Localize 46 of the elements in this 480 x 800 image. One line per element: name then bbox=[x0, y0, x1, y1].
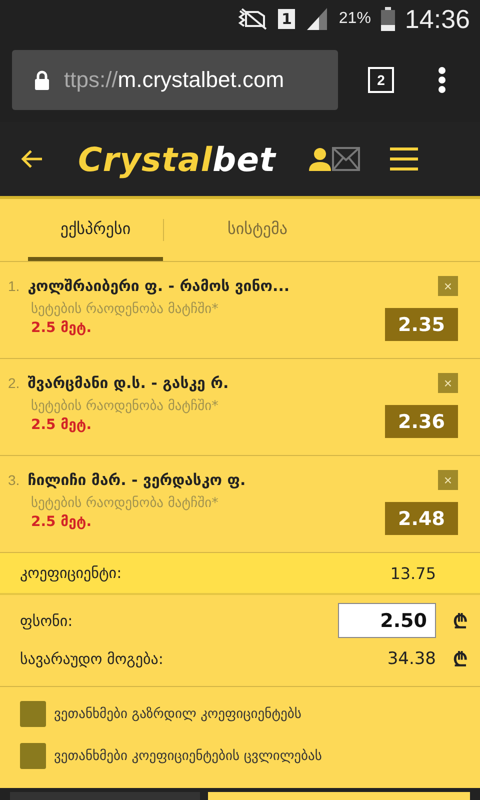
bet-number: 3. bbox=[8, 472, 20, 488]
bet-pick: 2.5 მეტ. bbox=[31, 417, 93, 433]
total-odds-value: 13.75 bbox=[390, 564, 436, 582]
mute-icon bbox=[238, 8, 268, 30]
lock-icon bbox=[34, 70, 50, 90]
market-name: სეტების რაოდენობა მატჩში* bbox=[31, 301, 220, 317]
checkbox[interactable] bbox=[20, 701, 46, 727]
address-bar[interactable]: ttps://m.crystalbet.com bbox=[12, 50, 338, 110]
total-odds-label: კოეფიციენტი: bbox=[20, 564, 122, 582]
mail-icon[interactable] bbox=[332, 147, 360, 171]
menu-icon[interactable] bbox=[390, 147, 418, 171]
odds-badge: 2.35 bbox=[385, 308, 458, 341]
match-name: ჩილიჩი მარ. - ვერდასკო ფ. bbox=[28, 471, 246, 489]
match-name: კოლშრაიბერი ფ. - რამოს ვინო... bbox=[28, 277, 290, 295]
sim-indicator: 1 bbox=[278, 9, 295, 29]
checkbox-label: ვეთანხმები კოეფიციენტების ცვლილებას bbox=[54, 748, 322, 764]
tab[interactable]: ექსპრესი bbox=[28, 199, 163, 261]
checkbox-label: ვეთანხმები გაზრდილ კოეფიციენტებს bbox=[54, 706, 302, 722]
stake-field[interactable]: 2.50 bbox=[338, 603, 436, 638]
logo: Crystalbet bbox=[78, 140, 276, 178]
bet-pick: 2.5 მეტ. bbox=[31, 320, 93, 336]
url-host: m.crystalbet.com bbox=[118, 67, 284, 93]
battery-icon bbox=[380, 7, 395, 31]
overflow-menu-icon[interactable] bbox=[438, 67, 446, 93]
url-scheme: ttps:// bbox=[64, 67, 118, 93]
back-arrow-icon[interactable] bbox=[20, 149, 44, 169]
odds-badge: 2.48 bbox=[385, 502, 458, 535]
winnings-label: სავარაუდო მოგება: bbox=[20, 650, 164, 668]
odds-badge: 2.36 bbox=[385, 405, 458, 438]
user-icon[interactable] bbox=[308, 147, 332, 171]
winnings-value: 34.38 bbox=[387, 649, 436, 669]
tab[interactable]: სისტემა bbox=[190, 199, 325, 261]
currency-sign: ₾ bbox=[452, 610, 468, 634]
market-name: სეტების რაოდენობა მატჩში* bbox=[31, 495, 220, 511]
clock: 14:36 bbox=[404, 4, 470, 34]
bet-number: 1. bbox=[8, 278, 20, 294]
market-name: სეტების რაოდენობა მატჩში* bbox=[31, 398, 220, 414]
stake-label: ფსონი: bbox=[20, 612, 74, 630]
battery-percent: 21% bbox=[338, 10, 371, 28]
currency-sign: ₾ bbox=[452, 648, 468, 672]
signal-icon bbox=[304, 8, 329, 30]
checkbox[interactable] bbox=[20, 743, 46, 769]
tab-count-button[interactable]: 2 bbox=[368, 67, 394, 93]
match-name: შვარცმანი დ.ს. - გასკე რ. bbox=[28, 374, 229, 392]
bet-number: 2. bbox=[8, 375, 20, 391]
bet-pick: 2.5 მეტ. bbox=[31, 514, 93, 530]
